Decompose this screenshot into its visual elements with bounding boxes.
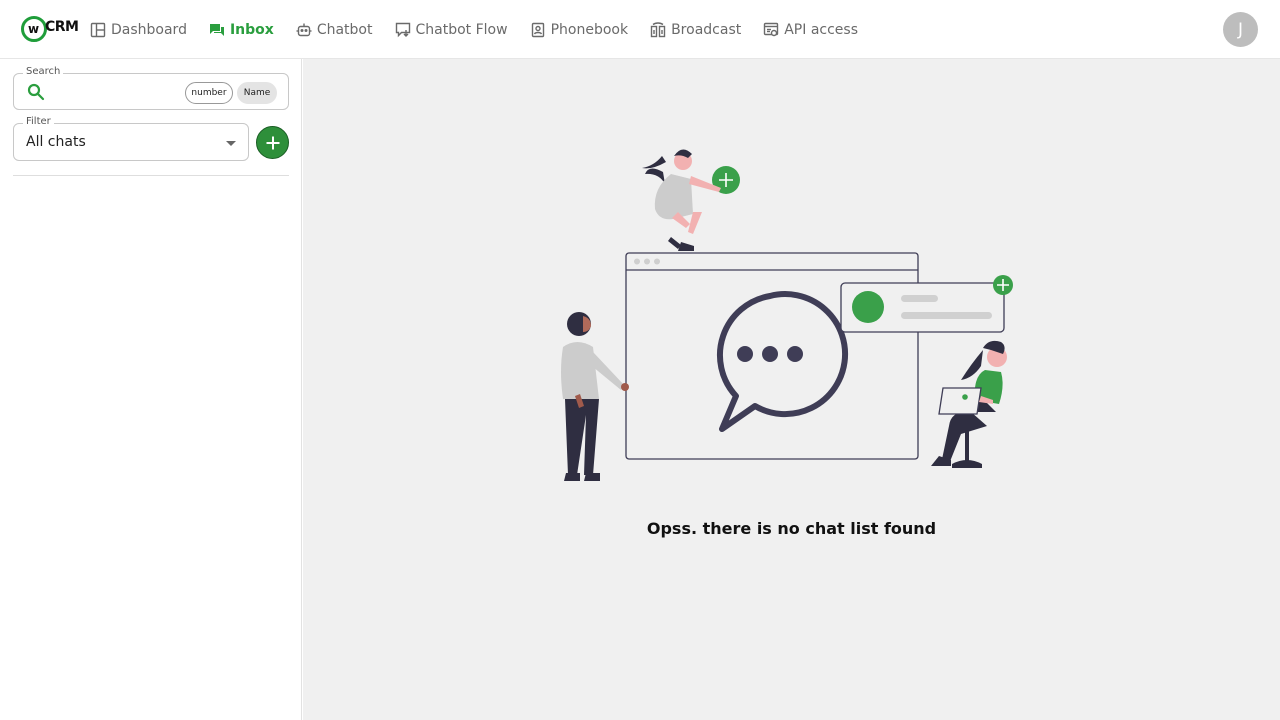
- search-by-number-chip[interactable]: number: [185, 82, 233, 104]
- logo-text: CRM: [45, 19, 79, 35]
- nav-item-broadcast[interactable]: Broadcast: [650, 22, 741, 38]
- empty-state-message: Opss. there is no chat list found: [646, 519, 937, 538]
- search-by-name-chip[interactable]: Name: [237, 82, 277, 104]
- inbox-icon: [209, 23, 224, 36]
- app-logo[interactable]: w CRM: [21, 16, 79, 42]
- nav-item-label: Chatbot: [316, 21, 373, 38]
- nav-item-label: Inbox: [229, 21, 274, 38]
- main-nav: Dashboard Inbox Chatbot Chatbot Flow Pho…: [90, 0, 880, 59]
- nav-item-inbox[interactable]: Inbox: [209, 22, 274, 38]
- dashboard-icon: [90, 22, 106, 37]
- search-icon: [27, 83, 45, 101]
- search-label: Search: [23, 66, 64, 77]
- nav-item-chatbot-flow[interactable]: Chatbot Flow: [395, 22, 508, 38]
- phonebook-icon: [531, 22, 544, 37]
- nav-item-api-access[interactable]: API access: [763, 22, 858, 38]
- nav-item-phonebook[interactable]: Phonebook: [530, 21, 629, 38]
- broadcast-icon: [650, 21, 666, 37]
- top-navbar: w CRM Dashboard Inbox Chatbot Chatbot Fl…: [0, 0, 1280, 59]
- nav-item-label: Broadcast: [671, 21, 742, 38]
- robot-icon: [296, 23, 312, 36]
- nav-item-label: Phonebook: [550, 21, 629, 38]
- filter-select[interactable]: Filter All chats: [13, 116, 249, 161]
- nav-item-label: Chatbot Flow: [415, 21, 508, 38]
- nav-item-label: Dashboard: [111, 21, 187, 38]
- sidebar-divider: [13, 175, 289, 176]
- filter-label: Filter: [23, 116, 54, 127]
- empty-chat-illustration: [561, 149, 1013, 481]
- new-chat-button[interactable]: [256, 126, 289, 159]
- filter-value: All chats: [26, 134, 86, 150]
- nav-item-chatbot[interactable]: Chatbot: [296, 22, 373, 38]
- chevron-down-icon: [226, 141, 236, 146]
- api-icon: [764, 22, 779, 36]
- logo-mark: w: [28, 22, 40, 36]
- user-avatar[interactable]: J: [1223, 12, 1258, 47]
- chat-sidebar: Search number Name Filter All chats: [0, 59, 302, 720]
- chat-main-panel: Opss. there is no chat list found: [303, 59, 1280, 720]
- search-field[interactable]: Search number Name: [13, 66, 289, 110]
- flow-icon: [395, 22, 410, 37]
- nav-item-label: API access: [784, 21, 859, 38]
- nav-item-dashboard[interactable]: Dashboard: [90, 22, 187, 38]
